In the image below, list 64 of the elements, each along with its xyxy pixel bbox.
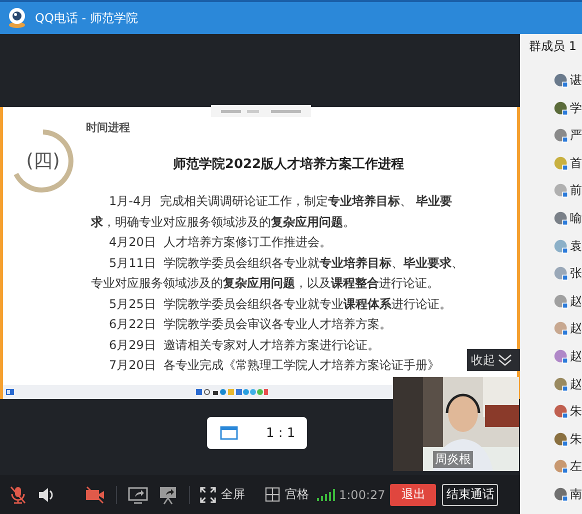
avatar xyxy=(554,486,568,503)
member-item[interactable]: 首 xyxy=(520,154,582,172)
member-item[interactable]: 赵 xyxy=(520,292,582,310)
avatar xyxy=(554,376,568,393)
schedule-item: 1月-4月 完成相关调调研论证工作，制定专业培养目标、 毕业要求，明确专业对应服务领域涉及的复杂应用问题。 xyxy=(90,193,454,230)
section-badge: (四) xyxy=(10,128,76,194)
member-item[interactable]: 朱 xyxy=(520,403,582,420)
fullscreen-icon xyxy=(200,486,216,502)
avatar xyxy=(554,320,568,338)
slide-title: 师范学院2022版人才培养方案工作进程 xyxy=(172,156,404,173)
signal-icon xyxy=(317,488,335,500)
call-duration: 1:00:27 xyxy=(339,488,386,502)
avatar xyxy=(554,430,568,448)
avatar xyxy=(554,100,568,117)
avatar xyxy=(554,72,568,89)
window-icon xyxy=(220,426,238,440)
avatar xyxy=(554,210,568,227)
share-screen-icon[interactable] xyxy=(127,484,149,504)
end-call-button[interactable]: 结束通话 xyxy=(442,484,498,506)
member-item[interactable]: 袁 xyxy=(520,238,582,255)
schedule-item: 5月11日 学院教学委员会组织各专业就专业培养目标、毕业要求、专业对应服务领域涉及的复杂应用问题，以及课程整合进行论证。 xyxy=(90,254,465,292)
avatar xyxy=(554,265,568,282)
member-item[interactable]: 南 xyxy=(520,486,582,503)
collapse-button[interactable]: 收起 xyxy=(467,349,520,371)
avatar xyxy=(554,154,568,172)
member-item[interactable]: 学 xyxy=(520,100,582,117)
avatar xyxy=(554,127,568,144)
member-item[interactable]: 朱 xyxy=(520,430,582,448)
presentation-icon[interactable] xyxy=(157,484,179,504)
window-title: QQ电话 - 师范学院 xyxy=(35,10,138,26)
schedule-item: 5月25日 学院教学委员会组织各专业就专业课程体系进行论证。 xyxy=(108,296,453,312)
grid-icon xyxy=(265,487,280,502)
microphone-icon[interactable] xyxy=(8,484,28,504)
webcam-icon xyxy=(7,7,27,29)
fullscreen-button[interactable]: 全屏 xyxy=(200,486,245,503)
avatar xyxy=(554,348,568,365)
member-item[interactable]: 张 xyxy=(520,265,582,282)
participant-name: 周炎根 xyxy=(433,451,473,468)
double-chevron-icon xyxy=(498,354,512,366)
schedule-item: 4月20日 人才培养方案修订工作推进会。 xyxy=(108,234,333,251)
member-item[interactable]: 谌 xyxy=(520,72,582,89)
schedule-item: 6月29日 邀请相关专家对人才培养方案进行论证。 xyxy=(108,336,381,354)
avatar xyxy=(554,458,568,476)
schedule-item: 7月20日 各专业完成《常熟理工学院人才培养方案论证手册》 xyxy=(108,357,441,374)
grid-view-button[interactable]: 宫格 xyxy=(265,486,309,503)
member-item[interactable]: 喻 xyxy=(520,210,582,227)
members-header: 群成员 1 xyxy=(528,38,578,55)
camera-icon[interactable] xyxy=(84,484,106,504)
schedule-item: 6月22日 学院教学委员会审议各专业人才培养方案。 xyxy=(108,316,393,333)
avatar xyxy=(554,182,568,200)
leave-button[interactable]: 退出 xyxy=(390,484,436,506)
taskbar-drawing xyxy=(196,388,268,396)
member-item[interactable]: 严 xyxy=(520,127,582,144)
member-item[interactable]: 赵 xyxy=(520,320,582,338)
member-item[interactable]: 左 xyxy=(520,458,582,476)
avatar xyxy=(554,292,568,310)
member-item[interactable]: 赵 xyxy=(520,348,582,365)
member-item[interactable]: 赵 xyxy=(520,376,582,393)
zoom-button[interactable]: 1 : 1 xyxy=(207,417,307,449)
avatar xyxy=(554,238,568,255)
window-icon xyxy=(6,389,14,395)
section-label: 时间进程 xyxy=(86,120,130,135)
avatar xyxy=(554,403,568,420)
member-item[interactable]: 前 xyxy=(520,182,582,200)
